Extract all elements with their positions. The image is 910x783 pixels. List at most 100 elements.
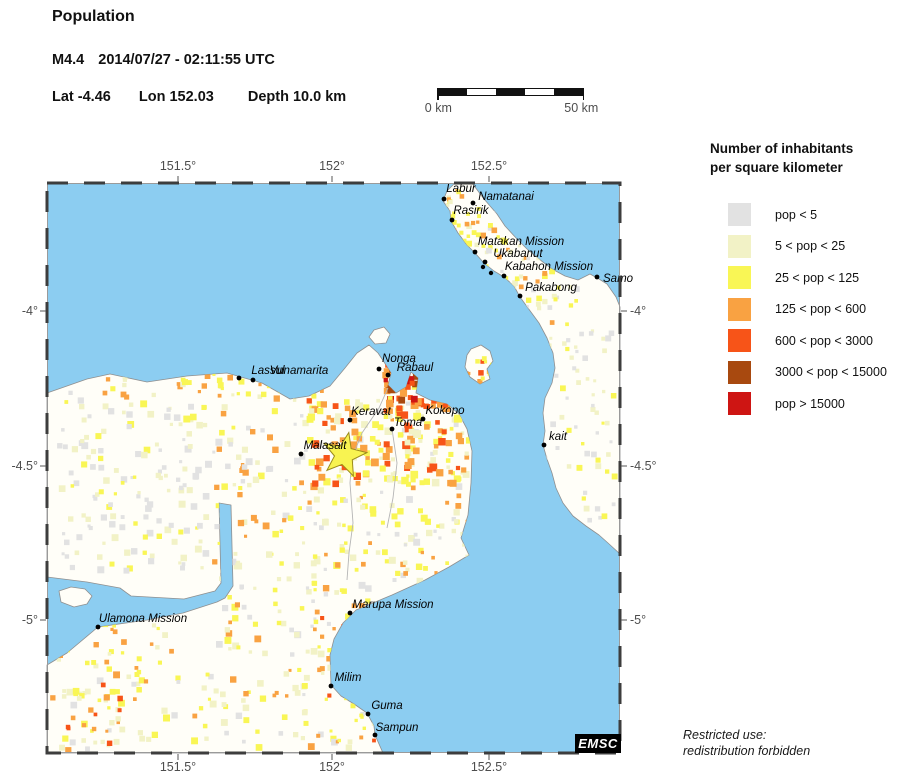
place-dot — [366, 712, 371, 717]
legend-title: Number of inhabitants per square kilomet… — [710, 139, 905, 177]
restriction-notice: Restricted use: redistribution forbidden — [683, 727, 810, 759]
place-label: Labur — [446, 183, 477, 195]
legend-row: 3000 < pop < 15000 — [728, 361, 905, 384]
legend-title-line1: Number of inhabitants — [710, 139, 905, 158]
restriction-line1: Restricted use: — [683, 727, 810, 743]
place-label: Malasait — [304, 440, 348, 452]
place-dot — [348, 418, 353, 423]
legend-label: 25 < pop < 125 — [775, 271, 859, 285]
legend-row: 125 < pop < 600 — [728, 298, 905, 321]
place-dot — [595, 275, 600, 280]
place-dot — [377, 367, 382, 372]
place-label: Ukabanut — [493, 248, 543, 260]
axis-tick-label: 151.5° — [160, 760, 196, 774]
axis-tick-label: 152.5° — [471, 159, 507, 173]
place-label: Rabaul — [397, 362, 434, 374]
scale-segment — [467, 89, 496, 95]
place-dot — [299, 452, 304, 457]
event-datetime: 2014/07/27 - 02:11:55 UTC — [98, 52, 275, 68]
scale-segment — [554, 89, 583, 95]
page-title: Population — [52, 8, 135, 26]
legend-label: 5 < pop < 25 — [775, 239, 845, 253]
population-map-page: Population M4.4 2014/07/27 - 02:11:55 UT… — [0, 0, 910, 783]
restriction-line2: redistribution forbidden — [683, 743, 810, 759]
place-label: Kabahon Mission — [505, 261, 593, 273]
axis-tick-label: -5° — [22, 613, 38, 627]
place-label: Ulamona Mission — [99, 613, 187, 625]
axis-tick-label: 152.5° — [471, 760, 507, 774]
place-dot — [473, 250, 478, 255]
scale-tick — [583, 95, 585, 100]
axis-tick-label: -4° — [22, 304, 38, 318]
legend-row: 25 < pop < 125 — [728, 266, 905, 289]
place-dot — [237, 376, 242, 381]
place-label: Kokopo — [425, 405, 465, 417]
axis-tick-label: 152° — [319, 159, 345, 173]
axis-tick-label: -4° — [630, 304, 646, 318]
place-dot — [542, 443, 547, 448]
event-coordinates: Lat -4.46 Lon 152.03 Depth 10.0 km — [52, 89, 346, 105]
legend-label: 600 < pop < 3000 — [775, 334, 873, 348]
legend-swatch — [728, 361, 751, 384]
place-dot — [96, 625, 101, 630]
legend-label: 3000 < pop < 15000 — [775, 365, 887, 379]
place-dot — [518, 294, 523, 299]
place-label: Samo — [603, 273, 634, 285]
event-latitude: Lat -4.46 — [52, 89, 111, 105]
place-label: Matakan Mission — [478, 236, 564, 248]
place-label: Keravat — [351, 406, 391, 418]
event-depth: Depth 10.0 km — [248, 89, 346, 105]
place-dot — [489, 271, 493, 275]
legend-row: 5 < pop < 25 — [728, 235, 905, 258]
legend-row: 600 < pop < 3000 — [728, 329, 905, 352]
legend-swatch — [728, 329, 751, 352]
scale-tick — [437, 95, 439, 100]
legend-label: pop > 15000 — [775, 397, 845, 411]
axis-tick-label: -5° — [630, 613, 646, 627]
emsc-logo: EMSC — [575, 734, 621, 753]
axis-tick-label: 152° — [319, 760, 345, 774]
scale-start-label: 0 km — [425, 101, 452, 115]
map: LassulVunamaritaNongaRabaulKeravatTomaKo… — [47, 183, 620, 753]
scale-segment — [525, 89, 554, 95]
axis-tick-label: -4.5° — [630, 459, 657, 473]
legend-row: pop < 5 — [728, 203, 905, 226]
place-dot — [442, 197, 447, 202]
place-label: Vunamarita — [270, 365, 329, 377]
scale-segment — [496, 89, 525, 95]
place-label: Milim — [335, 672, 362, 684]
legend-label: pop < 5 — [775, 208, 817, 222]
place-dot — [251, 378, 256, 383]
event-magnitude: M4.4 — [52, 52, 84, 68]
event-longitude: Lon 152.03 — [139, 89, 214, 105]
axis-tick-label: 151.5° — [160, 159, 196, 173]
place-dot — [329, 684, 334, 689]
legend-swatch — [728, 235, 751, 258]
legend-swatch — [728, 203, 751, 226]
legend-swatch — [728, 266, 751, 289]
place-label: Namatanai — [478, 191, 534, 203]
place-label: Guma — [371, 700, 402, 712]
place-dot — [348, 611, 353, 616]
place-label: Pakabong — [525, 282, 577, 294]
place-dot — [481, 265, 485, 269]
legend-title-line2: per square kilometer — [710, 158, 905, 177]
place-dot — [502, 274, 507, 279]
event-info: M4.4 2014/07/27 - 02:11:55 UTC — [52, 52, 275, 68]
place-dot — [450, 218, 455, 223]
map-canvas: LassulVunamaritaNongaRabaulKeravatTomaKo… — [47, 183, 620, 753]
place-label: Marupa Mission — [352, 599, 433, 611]
scale-segment — [438, 89, 467, 95]
legend-swatch — [728, 298, 751, 321]
map-scale-bar — [437, 88, 584, 96]
axis-tick-label: -4.5° — [11, 459, 38, 473]
legend-label: 125 < pop < 600 — [775, 302, 866, 316]
place-label: Sampun — [376, 722, 419, 734]
place-label: Rasirik — [453, 205, 489, 217]
scale-end-label: 50 km — [564, 101, 598, 115]
legend-swatch — [728, 392, 751, 415]
legend-row: pop > 15000 — [728, 392, 905, 415]
place-label: kait — [549, 431, 568, 443]
legend-rows: pop < 5 5 < pop < 25 25 < pop < 125 125 < p… — [710, 203, 905, 415]
place-dot — [386, 373, 391, 378]
